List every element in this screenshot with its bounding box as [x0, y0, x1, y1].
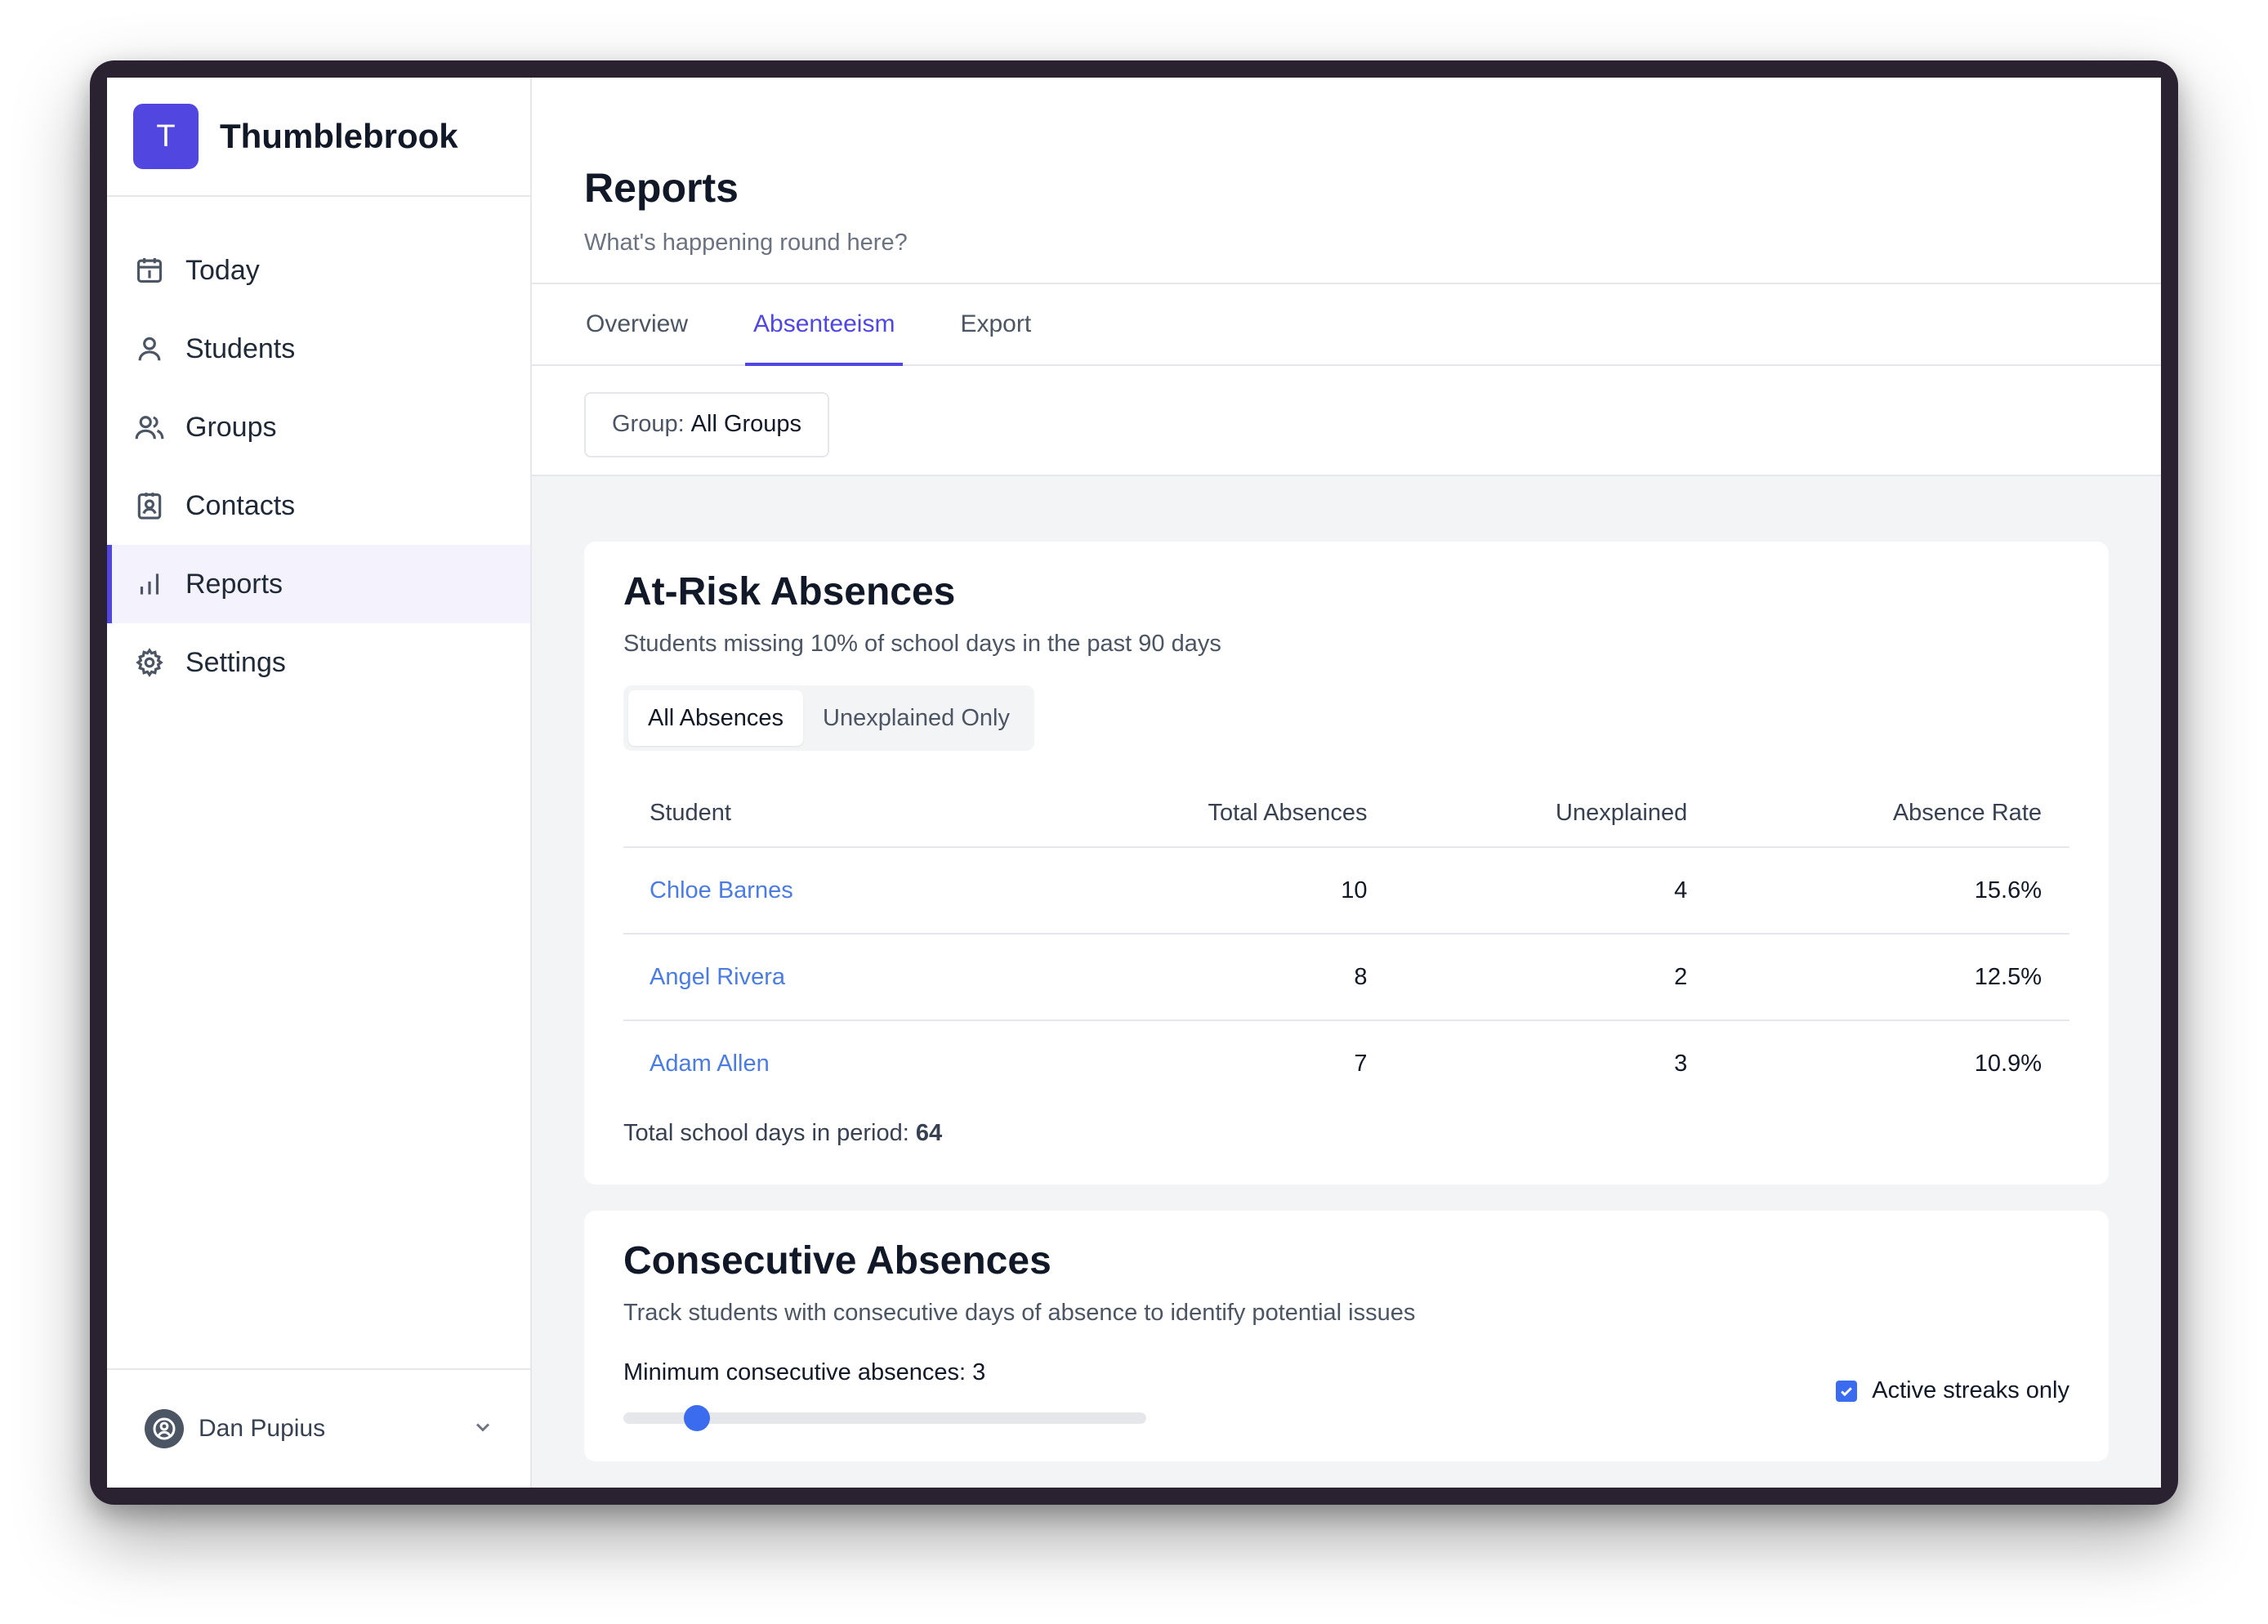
- absence-rate-cell: 12.5%: [1715, 934, 2069, 1021]
- unexplained-cell: 4: [1395, 847, 1716, 935]
- at-risk-description: Students missing 10% of school days in t…: [623, 631, 1221, 657]
- gear-icon: [133, 646, 166, 679]
- group-filter-value: All Groups: [690, 411, 802, 438]
- sidebar-item-label: Contacts: [185, 489, 296, 521]
- page-title: Reports: [584, 165, 739, 211]
- total-absences-cell: 8: [1019, 934, 1395, 1021]
- filter-bar: Group: All Groups: [532, 365, 2161, 476]
- absence-type-toggle: All Absences Unexplained Only: [623, 685, 1034, 751]
- at-risk-title: At-Risk Absences: [623, 570, 956, 613]
- total-absences-cell: 7: [1354, 1051, 1368, 1077]
- total-school-days-value: 64: [915, 1120, 943, 1146]
- table-row: Adam Allen 7 3 10.9%: [623, 1020, 2069, 1107]
- at-risk-table: Student Total Absences Unexplained Absen…: [623, 780, 2069, 1107]
- user-name: Dan Pupius: [199, 1415, 326, 1442]
- brand-logo[interactable]: T: [133, 104, 199, 169]
- active-streaks-label: Active streaks only: [1872, 1377, 2069, 1403]
- table-row: Chloe Barnes 10 4 15.6%: [623, 847, 2069, 935]
- sidebar-item-today[interactable]: Today: [107, 231, 530, 310]
- sidebar-item-label: Students: [185, 332, 296, 364]
- tab-overview[interactable]: Overview: [578, 284, 696, 364]
- table-row: Angel Rivera 8 2 12.5%: [623, 934, 2069, 1021]
- student-link[interactable]: Adam Allen: [623, 1020, 1020, 1107]
- total-school-days: Total school days in period: 64: [623, 1120, 2069, 1147]
- main-content: Reports What's happening round here? Ove…: [532, 78, 2161, 1488]
- column-header-total-absences[interactable]: Total Absences: [1019, 780, 1395, 848]
- column-header-unexplained[interactable]: Unexplained: [1395, 780, 1716, 848]
- consecutive-controls: Minimum consecutive absences: 3 Active s…: [623, 1359, 2069, 1431]
- sidebar-item-label: Settings: [185, 646, 286, 678]
- calendar-icon: [133, 254, 166, 287]
- tab-absenteeism[interactable]: Absenteeism: [745, 284, 904, 366]
- page-subtitle: What's happening round here?: [584, 230, 908, 256]
- absence-rate-cell: 15.6%: [1715, 847, 2069, 935]
- all-absences-option[interactable]: All Absences: [628, 690, 804, 746]
- sidebar-item-groups[interactable]: Groups: [107, 388, 530, 466]
- min-consecutive-slider[interactable]: [623, 1405, 1146, 1431]
- total-school-days-label: Total school days in period:: [623, 1120, 909, 1146]
- users-icon: [133, 411, 166, 444]
- slider-label: Minimum consecutive absences: 3: [623, 1359, 986, 1385]
- sidebar: T Thumblebrook Today Students Groups Con…: [107, 78, 532, 1488]
- column-header-student[interactable]: Student: [623, 780, 1020, 848]
- slider-thumb[interactable]: [683, 1405, 710, 1431]
- tab-export[interactable]: Export: [952, 284, 1039, 364]
- consecutive-card: Consecutive Absences Track students with…: [584, 1211, 2109, 1461]
- tab-bar: Overview Absenteeism Export: [532, 283, 2161, 366]
- group-filter-label: Group:: [612, 411, 685, 438]
- sidebar-item-settings[interactable]: Settings: [107, 623, 530, 702]
- consecutive-title: Consecutive Absences: [623, 1239, 1051, 1283]
- user-circle-icon: [145, 1409, 184, 1448]
- column-header-absence-rate[interactable]: Absence Rate: [1715, 780, 2069, 848]
- unexplained-cell: 2: [1395, 934, 1716, 1021]
- bar-chart-icon: [133, 568, 166, 600]
- slider-group: Minimum consecutive absences: 3: [623, 1359, 1146, 1431]
- sidebar-nav: Today Students Groups Contacts Reports S…: [107, 197, 530, 702]
- report-content: At-Risk Absences Students missing 10% of…: [532, 476, 2161, 1488]
- student-link[interactable]: Chloe Barnes: [623, 847, 1020, 935]
- sidebar-item-label: Today: [185, 254, 260, 286]
- app-window: T Thumblebrook Today Students Groups Con…: [107, 78, 2161, 1488]
- sidebar-item-students[interactable]: Students: [107, 310, 530, 388]
- table-header-row: Student Total Absences Unexplained Absen…: [623, 780, 2069, 848]
- sidebar-item-contacts[interactable]: Contacts: [107, 466, 530, 545]
- group-filter-button[interactable]: Group: All Groups: [584, 391, 830, 457]
- page-header: Reports What's happening round here?: [532, 78, 2161, 284]
- sidebar-item-reports[interactable]: Reports: [107, 545, 530, 623]
- contact-card-icon: [133, 489, 166, 522]
- active-streaks-checkbox[interactable]: Active streaks only: [1836, 1377, 2069, 1404]
- unexplained-cell: 3: [1674, 1051, 1688, 1077]
- student-link[interactable]: Angel Rivera: [623, 934, 1020, 1021]
- brand: T Thumblebrook: [107, 78, 530, 197]
- absence-rate-cell: 10.9%: [1974, 1051, 2042, 1077]
- chevron-down-icon[interactable]: [471, 1416, 494, 1443]
- sidebar-item-label: Reports: [185, 568, 284, 600]
- user-icon: [133, 332, 166, 365]
- checkbox-checked-icon[interactable]: [1836, 1380, 1858, 1402]
- user-menu[interactable]: Dan Pupius: [107, 1368, 530, 1488]
- brand-name[interactable]: Thumblebrook: [220, 117, 458, 156]
- consecutive-description: Track students with consecutive days of …: [623, 1300, 1416, 1326]
- total-absences-cell: 10: [1019, 847, 1395, 935]
- at-risk-card: At-Risk Absences Students missing 10% of…: [584, 542, 2109, 1185]
- sidebar-item-label: Groups: [185, 411, 277, 443]
- unexplained-only-option[interactable]: Unexplained Only: [803, 690, 1029, 746]
